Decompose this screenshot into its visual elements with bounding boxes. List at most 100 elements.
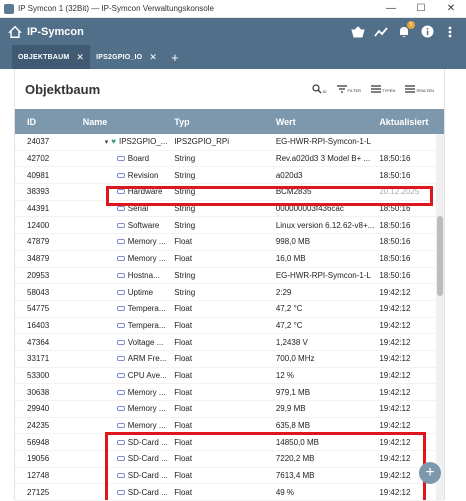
minimize-button[interactable]: — bbox=[376, 0, 406, 18]
cell-aktualisiert: 19:42:12 bbox=[379, 354, 411, 364]
bell-icon[interactable]: 5 bbox=[396, 20, 415, 40]
home-icon[interactable] bbox=[8, 25, 22, 39]
cell-name: Memory ... bbox=[83, 404, 175, 413]
table-row[interactable]: 40981 Revision String a020d3 18:50:16 bbox=[15, 167, 444, 185]
cell-id: 44391 bbox=[27, 204, 50, 214]
close-icon[interactable]: ✕ bbox=[76, 52, 84, 63]
cell-name: Software bbox=[83, 221, 175, 230]
cell-id: 47879 bbox=[27, 237, 50, 247]
cell-aktualisiert: 19:42:12 bbox=[379, 404, 411, 414]
cell-wert: Rev.a020d3 3 Model B+ ... bbox=[275, 154, 371, 164]
object-name: Software bbox=[127, 220, 160, 230]
columns-button[interactable]: SPALTEN bbox=[405, 85, 434, 93]
cell-id: 58043 bbox=[27, 287, 50, 297]
cell-typ: Float bbox=[174, 421, 193, 431]
add-fab-button[interactable]: + bbox=[419, 462, 441, 484]
close-window-button[interactable]: ✕ bbox=[436, 0, 466, 18]
table-row[interactable]: 54775 Tempera... Float 47,2 °C 19:42:12 bbox=[15, 301, 444, 318]
cell-name: Tempera... bbox=[83, 304, 175, 313]
cell-id: 24235 bbox=[27, 421, 50, 431]
tab-bar: OBJEKTBAUM ✕ IPS2GPIO_IO ✕ + bbox=[0, 45, 466, 69]
cell-aktualisiert: 18:50:16 bbox=[379, 254, 411, 264]
table-row[interactable]: 47879 Memory ... Float 998,0 MB 18:50:16 bbox=[15, 234, 444, 251]
cell-name: Uptime bbox=[83, 288, 175, 297]
scrollbar[interactable] bbox=[436, 134, 444, 500]
table-row[interactable]: 24037 ▾ ♥ IPS2GPIO_... IPS2GPIO_RPi EG-HWR-RP… bbox=[15, 134, 444, 151]
table-row[interactable]: 33171 ARM Fre... Float 700,0 MHz 19:42:12 bbox=[15, 351, 444, 368]
variable-icon bbox=[116, 222, 125, 228]
cell-id: 33171 bbox=[27, 354, 50, 364]
cell-wert: 1,2438 V bbox=[275, 337, 308, 347]
table-row[interactable]: 34879 Memory ... Float 16,0 MB 18:50:16 bbox=[15, 251, 444, 268]
column-header-wert[interactable]: Wert bbox=[276, 117, 380, 127]
tab-objektbaum[interactable]: OBJEKTBAUM ✕ bbox=[12, 45, 91, 69]
cell-wert: 29,9 MB bbox=[275, 404, 306, 414]
table-row[interactable]: 53300 CPU Ave... Float 12 % 19:42:12 bbox=[15, 368, 444, 385]
column-header-id[interactable]: ID bbox=[15, 117, 83, 127]
table-row[interactable]: 58043 Uptime String 2:29 19:42:12 bbox=[15, 284, 444, 301]
highlight-box-sdcard bbox=[105, 432, 426, 500]
table-row[interactable]: 30638 Memory ... Float 979,1 MB 19:42:12 bbox=[15, 384, 444, 401]
cell-name: Revision bbox=[83, 171, 175, 180]
tab-label: OBJEKTBAUM bbox=[18, 53, 70, 61]
variable-icon bbox=[116, 356, 125, 362]
column-header-aktualisiert[interactable]: Aktualisiert bbox=[379, 117, 444, 127]
variable-icon bbox=[116, 322, 125, 328]
cell-typ: Float bbox=[174, 320, 193, 330]
cell-aktualisiert: 19:42:12 bbox=[379, 337, 411, 347]
notification-badge: 5 bbox=[407, 20, 415, 29]
cell-aktualisiert: 18:50:16 bbox=[379, 220, 411, 230]
info-icon[interactable] bbox=[419, 24, 435, 40]
cell-typ: String bbox=[174, 170, 196, 180]
object-name: Memory ... bbox=[127, 421, 166, 431]
cell-typ: Float bbox=[174, 387, 193, 397]
more-menu-icon[interactable] bbox=[442, 24, 458, 40]
cell-wert: EG-HWR-RPI-Symcon-1-L bbox=[275, 270, 371, 280]
object-name: Board bbox=[127, 154, 150, 164]
cell-aktualisiert: 19:42:12 bbox=[379, 387, 411, 397]
highlight-box-hardware bbox=[106, 186, 433, 206]
cell-name: Hostna... bbox=[83, 271, 175, 280]
tab-ips2gpio-io[interactable]: IPS2GPIO_IO ✕ bbox=[90, 45, 163, 69]
cell-wert: EG-HWR-RPI-Symcon-1-L bbox=[275, 137, 371, 147]
cell-id: 42702 bbox=[27, 154, 50, 164]
table-row[interactable]: 20953 Hostna... String EG-HWR-RPI-Symcon-1-… bbox=[15, 268, 444, 285]
object-name: Tempera... bbox=[127, 304, 166, 314]
basket-icon[interactable] bbox=[350, 24, 366, 40]
filter-button[interactable]: FILTER bbox=[336, 85, 361, 93]
object-name: IPS2GPIO_... bbox=[119, 137, 168, 147]
list-icon bbox=[371, 85, 382, 93]
brand-title: IP-Symcon bbox=[27, 25, 84, 38]
window-titlebar: IP Symcon 1 (32Bit) — IP-Symcon Verwaltu… bbox=[0, 0, 466, 18]
variable-icon bbox=[116, 406, 125, 412]
types-button[interactable]: TYPEN bbox=[371, 85, 395, 93]
scrollbar-thumb[interactable] bbox=[437, 216, 443, 296]
close-icon[interactable]: ✕ bbox=[149, 52, 157, 63]
cell-typ: String bbox=[174, 287, 196, 297]
object-name: Uptime bbox=[127, 287, 154, 297]
maximize-button[interactable]: ☐ bbox=[406, 0, 436, 18]
table-row[interactable]: 29940 Memory ... Float 29,9 MB 19:42:12 bbox=[15, 401, 444, 418]
app-window-icon bbox=[4, 3, 14, 14]
table-row[interactable]: 47364 Voltage ... Float 1,2438 V 19:42:12 bbox=[15, 334, 444, 351]
table-row[interactable]: 42702 Board String Rev.a020d3 3 Model B+ ..… bbox=[15, 151, 444, 168]
cell-id: 56948 bbox=[27, 437, 50, 447]
cell-id: 38393 bbox=[27, 187, 50, 197]
object-name: Voltage ... bbox=[127, 337, 164, 347]
column-header-name[interactable]: Name bbox=[83, 117, 175, 127]
cell-id: 12400 bbox=[27, 220, 50, 230]
search-id-button[interactable]: ID bbox=[311, 84, 327, 94]
cell-typ: Float bbox=[174, 404, 193, 414]
chart-icon[interactable] bbox=[373, 24, 389, 40]
columns-icon bbox=[405, 85, 416, 93]
tab-label: IPS2GPIO_IO bbox=[96, 53, 143, 61]
add-tab-button[interactable]: + bbox=[163, 45, 187, 69]
chevron-down-icon[interactable]: ▾ bbox=[105, 138, 109, 146]
cell-wert: a020d3 bbox=[275, 170, 303, 180]
object-name: ARM Fre... bbox=[127, 354, 167, 364]
table-row[interactable]: 12400 Software String Linux version 6.12.62… bbox=[15, 217, 444, 235]
variable-icon bbox=[116, 372, 125, 378]
column-header-typ[interactable]: Typ bbox=[174, 117, 276, 127]
cell-id: 29940 bbox=[27, 404, 50, 414]
table-row[interactable]: 16403 Tempera... Float 47,2 °C 19:42:12 bbox=[15, 318, 444, 335]
